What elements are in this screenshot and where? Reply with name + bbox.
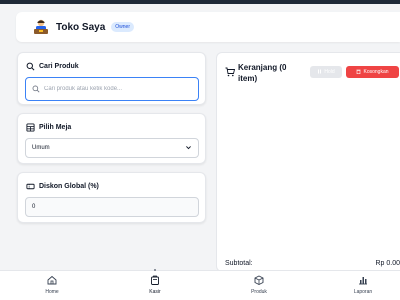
trash-icon bbox=[356, 69, 361, 76]
hold-button[interactable]: Hold bbox=[310, 66, 342, 78]
table-select-title: Pilih Meja bbox=[39, 124, 72, 131]
product-search-title: Cari Produk bbox=[39, 63, 79, 70]
table-select-value: Umum bbox=[32, 145, 50, 151]
discount-value: 0 bbox=[32, 204, 36, 210]
discount-heading: Diskon Global (%) bbox=[26, 182, 99, 191]
role-badge: Owner bbox=[111, 22, 135, 32]
subtotal-row: Subtotal: Rp 0.00 bbox=[225, 260, 400, 267]
app-header: Toko Saya Owner bbox=[16, 12, 400, 42]
pause-icon bbox=[317, 69, 322, 76]
cart-panel: Keranjang (0 item) Hold Kosongkan Subtot… bbox=[216, 52, 400, 272]
active-indicator bbox=[154, 269, 156, 271]
nav-kasir-label: Kasir bbox=[149, 289, 161, 295]
product-search-heading: Cari Produk bbox=[26, 62, 79, 71]
table-select-dropdown[interactable]: Umum bbox=[25, 138, 199, 158]
bottom-nav: Home Kasir Produk Laporan bbox=[0, 269, 400, 300]
nav-laporan-label: Laporan bbox=[353, 289, 373, 295]
cashier-icon bbox=[150, 275, 160, 285]
home-icon bbox=[47, 275, 57, 285]
ticket-icon bbox=[26, 182, 35, 191]
nav-item-produk[interactable]: Produk bbox=[229, 275, 289, 295]
hold-label: Hold bbox=[324, 69, 335, 75]
shopkeeper-avatar-icon bbox=[32, 18, 50, 36]
chevron-down-icon bbox=[185, 144, 192, 153]
discount-input[interactable]: 0 bbox=[25, 197, 199, 217]
discount-card: Diskon Global (%) 0 bbox=[17, 172, 206, 223]
chart-icon bbox=[358, 275, 368, 285]
product-search-card: Cari Produk bbox=[17, 52, 206, 105]
table-select-heading: Pilih Meja bbox=[26, 123, 71, 132]
box-icon bbox=[254, 275, 264, 286]
clear-cart-button[interactable]: Kosongkan bbox=[346, 66, 399, 78]
subtotal-value: Rp 0.00 bbox=[375, 260, 400, 267]
clear-cart-label: Kosongkan bbox=[363, 69, 389, 75]
search-icon bbox=[26, 62, 35, 71]
nav-item-laporan[interactable]: Laporan bbox=[333, 275, 393, 295]
nav-item-kasir[interactable]: Kasir bbox=[125, 275, 185, 295]
cart-icon bbox=[225, 64, 236, 77]
cart-heading: Keranjang (0 item) bbox=[225, 62, 298, 84]
search-icon bbox=[32, 80, 40, 98]
table-grid-icon bbox=[26, 123, 35, 132]
product-search-field[interactable] bbox=[25, 77, 199, 101]
nav-produk-label: Produk bbox=[251, 289, 267, 295]
top-strip bbox=[0, 0, 400, 4]
cart-title: Keranjang (0 item) bbox=[238, 63, 287, 83]
nav-item-home[interactable]: Home bbox=[22, 275, 82, 295]
table-select-card: Pilih Meja Umum bbox=[17, 113, 206, 164]
nav-home-label: Home bbox=[45, 289, 59, 295]
product-search-input[interactable] bbox=[44, 86, 194, 92]
discount-title: Diskon Global (%) bbox=[39, 183, 99, 190]
subtotal-label: Subtotal: bbox=[225, 260, 253, 267]
brand-name: Toko Saya bbox=[56, 21, 106, 33]
